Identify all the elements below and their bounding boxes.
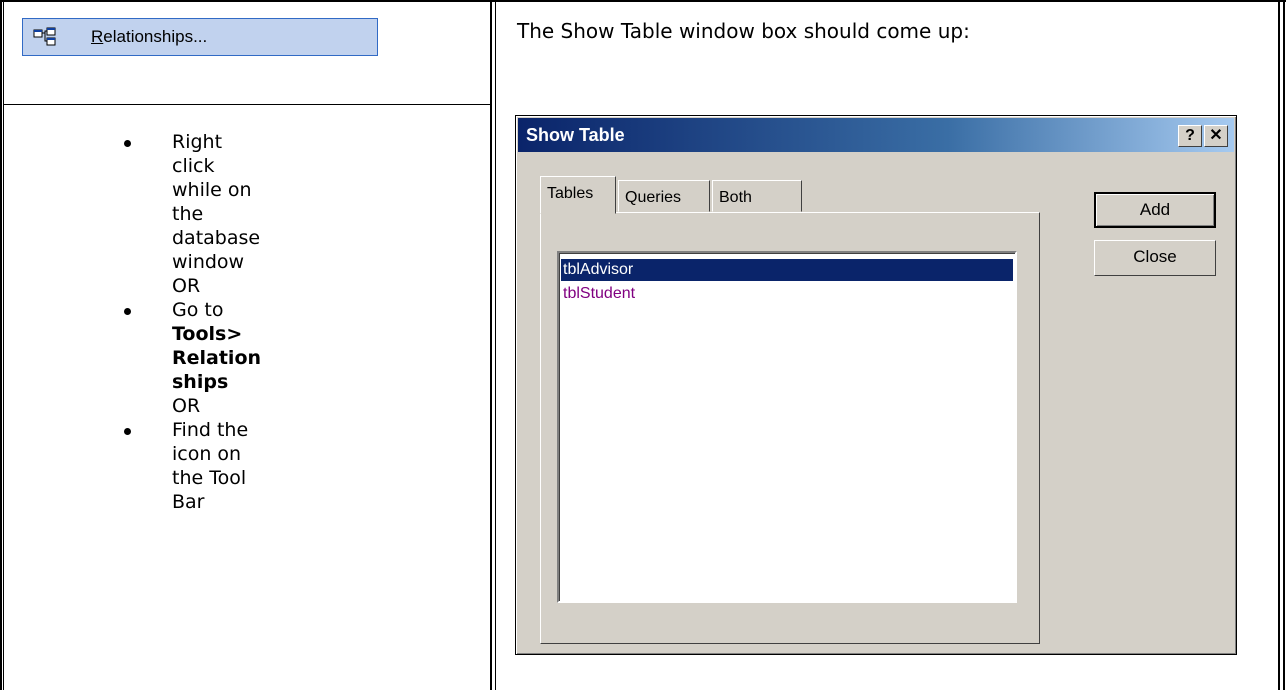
instruction-bold-text: ships	[172, 371, 229, 393]
list-item-tblstudent[interactable]: tblStudent	[561, 283, 635, 305]
document-table: Relationships... Right click while on th…	[0, 0, 1286, 690]
tab-tables[interactable]: Tables	[540, 176, 616, 214]
instruction-bold-text: Tools>	[172, 323, 243, 345]
instruction-text: window	[172, 251, 245, 273]
instruction-text: Go to	[172, 299, 224, 321]
dialog-titlebar[interactable]: Show Table ? ✕	[518, 118, 1234, 152]
relationships-menu-item[interactable]: Relationships...	[22, 18, 378, 56]
table-border-right-outer	[1283, 0, 1285, 690]
instruction-text: the Tool	[172, 467, 247, 489]
column-divider-inner	[495, 0, 496, 690]
tables-tab-panel: tblAdvisor tblStudent	[540, 212, 1040, 644]
relationships-icon	[33, 27, 56, 46]
instruction-text: while on	[172, 179, 252, 201]
or-text: OR	[172, 275, 201, 297]
instruction-text: the	[172, 203, 204, 225]
bullet-icon	[124, 308, 131, 315]
add-button[interactable]: Add	[1094, 192, 1216, 228]
left-cell-divider	[4, 104, 490, 105]
help-button[interactable]: ?	[1178, 125, 1202, 147]
instruction-text: click	[172, 155, 215, 177]
caption-text: The Show Table window box should come up…	[517, 19, 970, 43]
table-listbox[interactable]: tblAdvisor tblStudent	[557, 251, 1017, 603]
instruction-text: Right	[172, 131, 223, 153]
close-button[interactable]: Close	[1094, 240, 1216, 276]
instruction-text: icon on	[172, 443, 242, 465]
table-border-right	[1278, 0, 1280, 690]
tab-queries[interactable]: Queries	[618, 180, 710, 212]
instruction-text: database	[172, 227, 261, 249]
table-border-top	[0, 0, 1286, 2]
instruction-item: Right click while on the database window…	[118, 130, 298, 298]
instruction-bold-text: Relation	[172, 347, 262, 369]
bullet-icon	[124, 428, 131, 435]
relationships-menu-label: Relationships...	[91, 27, 208, 46]
instruction-item: Go to Tools> Relation ships OR	[118, 298, 298, 418]
show-table-dialog: Show Table ? ✕ Tables Queries Both tblAd…	[515, 115, 1237, 655]
instruction-text: Find the	[172, 419, 249, 441]
bullet-icon	[124, 140, 131, 147]
dialog-title: Show Table	[526, 125, 625, 145]
close-icon[interactable]: ✕	[1204, 125, 1228, 147]
instruction-item: Find the icon on the Tool Bar	[118, 418, 298, 514]
instruction-list: Right click while on the database window…	[118, 130, 298, 514]
tab-both[interactable]: Both	[712, 180, 802, 212]
list-item-tbladvisor[interactable]: tblAdvisor	[560, 258, 1014, 282]
instruction-text: Bar	[172, 491, 205, 513]
table-border-left	[0, 0, 2, 690]
column-divider	[490, 0, 492, 690]
or-text: OR	[172, 395, 201, 417]
